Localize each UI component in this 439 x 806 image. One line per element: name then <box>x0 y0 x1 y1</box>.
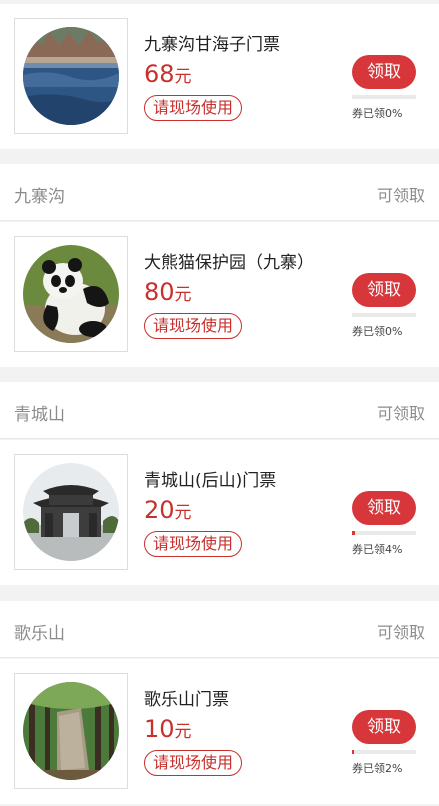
section-name: 歌乐山 <box>14 624 65 644</box>
price-amount: 80 <box>144 278 175 306</box>
claim-progress-bar <box>352 750 416 754</box>
claimed-percent: 券已领0% <box>352 325 403 338</box>
section-status: 可领取 <box>376 186 425 205</box>
section-header: 青城山 可领取 <box>0 382 439 439</box>
claim-progress-fill <box>352 750 354 754</box>
claim-button[interactable]: 领取 <box>352 55 416 89</box>
section-header: 歌乐山 可领取 <box>0 601 439 658</box>
section-status: 可领取 <box>376 404 425 423</box>
price-amount: 20 <box>144 496 175 524</box>
panda-photo <box>23 245 119 343</box>
usage-tag: 请现场使用 <box>144 313 243 339</box>
forest-monument-photo <box>23 682 119 780</box>
coupon-price: 10元 <box>144 715 192 743</box>
coupon-price: 68元 <box>144 60 192 88</box>
thumbnail-frame <box>14 18 128 134</box>
coupon-price: 20元 <box>144 496 192 524</box>
claim-progress-bar <box>352 313 416 317</box>
claim-button[interactable]: 领取 <box>352 491 416 525</box>
lake-forest-photo <box>23 27 119 125</box>
claim-progress-bar <box>352 95 416 99</box>
section-name: 九寨沟 <box>14 187 65 207</box>
price-unit: 元 <box>174 67 192 87</box>
claim-button[interactable]: 领取 <box>352 710 416 744</box>
coupon-title: 青城山(后山)门票 <box>144 471 277 491</box>
temple-gate-photo <box>23 463 119 561</box>
coupon-card[interactable]: 歌乐山门票 10元 请现场使用 领取 券已领2% <box>0 659 439 804</box>
price-unit: 元 <box>174 503 192 523</box>
coupon-card[interactable]: 大熊猫保护园（九寨） 80元 请现场使用 领取 券已领0% <box>0 222 439 367</box>
claim-progress-bar <box>352 531 416 535</box>
claimed-percent: 券已领2% <box>352 762 403 775</box>
coupon-title: 大熊猫保护园（九寨） <box>144 253 314 273</box>
section-name: 青城山 <box>14 405 65 425</box>
thumbnail-frame <box>14 673 128 789</box>
section-status: 可领取 <box>376 623 425 642</box>
claim-button[interactable]: 领取 <box>352 273 416 307</box>
usage-tag: 请现场使用 <box>144 750 243 776</box>
price-unit: 元 <box>174 722 192 742</box>
coupon-price: 80元 <box>144 278 192 306</box>
claim-progress-fill <box>352 531 355 535</box>
coupon-card[interactable]: 青城山(后山)门票 20元 请现场使用 领取 券已领4% <box>0 440 439 585</box>
claimed-percent: 券已领0% <box>352 107 403 120</box>
usage-tag: 请现场使用 <box>144 95 243 121</box>
price-amount: 10 <box>144 715 175 743</box>
thumbnail-frame <box>14 454 128 570</box>
price-amount: 68 <box>144 60 175 88</box>
coupon-title: 九寨沟甘海子门票 <box>144 35 280 55</box>
coupon-card[interactable]: 九寨沟甘海子门票 68元 请现场使用 领取 券已领0% <box>0 4 439 149</box>
usage-tag: 请现场使用 <box>144 531 243 557</box>
claimed-percent: 券已领4% <box>352 543 403 556</box>
coupon-title: 歌乐山门票 <box>144 690 229 710</box>
coupon-list: 九寨沟甘海子门票 68元 请现场使用 领取 券已领0% 九寨沟 可领取 大熊猫保… <box>0 0 439 806</box>
price-unit: 元 <box>174 285 192 305</box>
section-header: 九寨沟 可领取 <box>0 164 439 221</box>
thumbnail-frame <box>14 236 128 352</box>
